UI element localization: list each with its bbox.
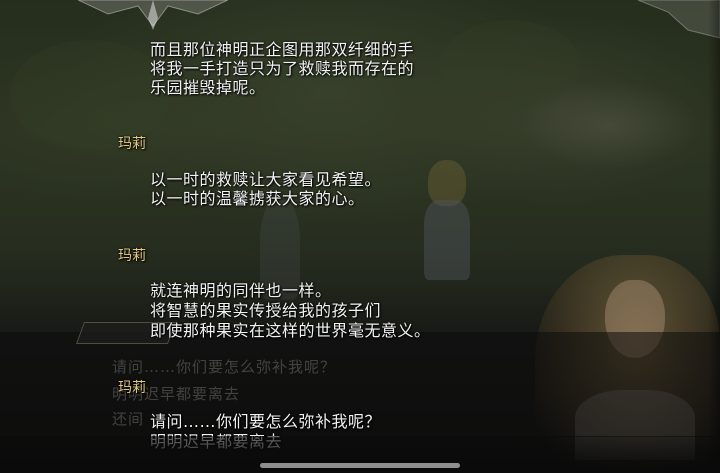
backlog-line: 以一时的温馨掳获大家的心。 — [150, 189, 365, 208]
speaker-name: 玛莉 — [118, 136, 146, 152]
speaker-name: 玛莉 — [118, 380, 146, 396]
backlog-panel[interactable]: 而且那位神明正企图用那双纤细的手 将我一手打造只为了救赎我而存在的 乐园摧毁掉呢… — [0, 0, 720, 473]
backlog-line: 乐园摧毁掉呢。 — [150, 78, 266, 97]
game-screen[interactable]: 请问……你们要怎么弥补我呢？ 明明迟早都要离去 还间 而且那位神明正企图用那双纤… — [0, 0, 720, 473]
speaker-name: 玛莉 — [118, 248, 146, 264]
home-indicator[interactable] — [260, 463, 460, 468]
backlog-line: 即使那种果实在这样的世界毫无意义。 — [150, 321, 431, 340]
backlog-scroll-edge[interactable] — [708, 0, 720, 473]
